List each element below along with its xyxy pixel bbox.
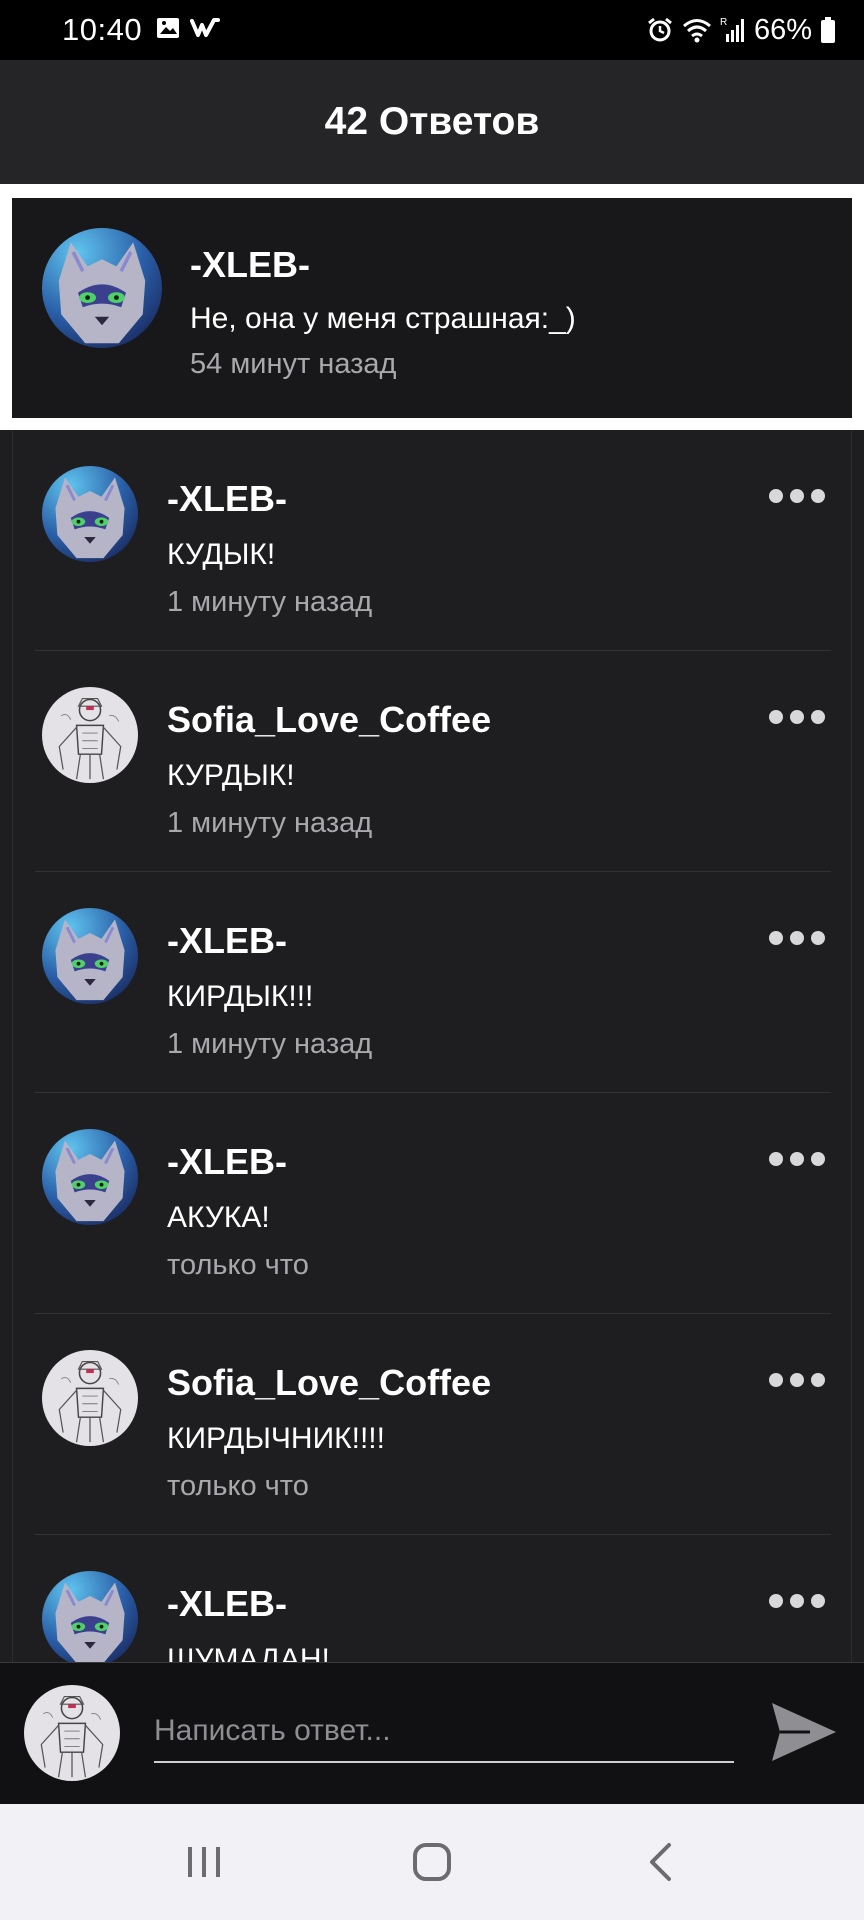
reply-text: КИРДЫЧНИК!!!! [167,1422,385,1455]
reply-author[interactable]: -XLEB- [167,478,287,520]
reply-text: КУРДЫК! [167,759,295,792]
reply-item: Sofia_Love_Coffee КИРДЫЧНИК!!!! только ч… [13,1314,851,1535]
reply-text: АКУКА! [167,1201,270,1234]
avatar[interactable] [42,687,138,783]
status-bar: 10:40 R 66% [0,0,864,60]
back-icon[interactable] [630,1832,690,1892]
replies-list[interactable]: -XLEB- КУДЫК! 1 минуту назад Sofia_Love_… [12,430,852,1662]
more-options-icon[interactable] [769,705,825,729]
reply-text: КИРДЫК!!! [167,980,314,1013]
reply-text: КУДЫК! [167,538,276,571]
svg-text:R: R [720,17,727,28]
recents-icon[interactable] [174,1832,234,1892]
reply-author[interactable]: Sofia_Love_Coffee [167,699,491,741]
page-title: 42 Ответов [324,100,540,143]
reply-item: -XLEB- АКУКА! только что [13,1093,851,1314]
reply-author[interactable]: -XLEB- [167,1583,287,1625]
avatar[interactable] [42,1129,138,1225]
reply-timestamp: только что [167,1470,309,1502]
comment-author[interactable]: -XLEB- [190,244,310,286]
battery-icon [820,16,836,44]
avatar[interactable] [42,466,138,562]
more-options-icon[interactable] [769,484,825,508]
reply-item: -XLEB- ШУМАДАН! [13,1535,851,1662]
home-icon[interactable] [402,1832,462,1892]
gallery-icon [156,17,180,44]
header: 42 Ответов [0,60,864,184]
more-options-icon[interactable] [769,926,825,950]
alarm-icon [646,16,674,44]
system-nav-bar [0,1804,864,1920]
avatar[interactable] [42,228,162,348]
status-time: 10:40 [62,12,143,47]
parent-comment[interactable]: -XLEB- Не, она у меня страшная:_) 54 мин… [12,198,852,418]
comment-timestamp: 54 минут назад [190,348,397,380]
status-right: R 66% [646,14,836,47]
reply-item: -XLEB- КУДЫК! 1 минуту назад [13,430,851,651]
signal-icon: R [720,16,746,44]
reply-timestamp: 1 минуту назад [167,807,373,839]
avatar[interactable] [42,1350,138,1446]
parent-comment-frame: -XLEB- Не, она у меня страшная:_) 54 мин… [0,184,864,430]
comment-text: Не, она у меня страшная:_) [190,302,576,335]
more-options-icon[interactable] [769,1147,825,1171]
reply-item: Sofia_Love_Coffee КУРДЫК! 1 минуту назад [13,651,851,872]
reply-text: ШУМАДАН! [167,1643,330,1662]
avatar[interactable] [42,1571,138,1662]
reply-item: -XLEB- КИРДЫК!!! 1 минуту назад [13,872,851,1093]
reply-timestamp: 1 минуту назад [167,1028,373,1060]
send-icon[interactable] [770,1699,838,1765]
status-left-icons [156,17,221,44]
reply-timestamp: только что [167,1249,309,1281]
reply-author[interactable]: -XLEB- [167,920,287,962]
more-options-icon[interactable] [769,1589,825,1613]
reply-input[interactable] [154,1701,734,1763]
wifi-icon [682,17,712,43]
avatar [24,1685,120,1781]
reply-composer [0,1662,864,1804]
battery-percent: 66% [753,13,812,46]
avatar[interactable] [42,908,138,1004]
wattpad-icon [190,17,221,44]
reply-author[interactable]: Sofia_Love_Coffee [167,1362,491,1404]
more-options-icon[interactable] [769,1368,825,1392]
reply-timestamp: 1 минуту назад [167,586,373,618]
reply-author[interactable]: -XLEB- [167,1141,287,1183]
